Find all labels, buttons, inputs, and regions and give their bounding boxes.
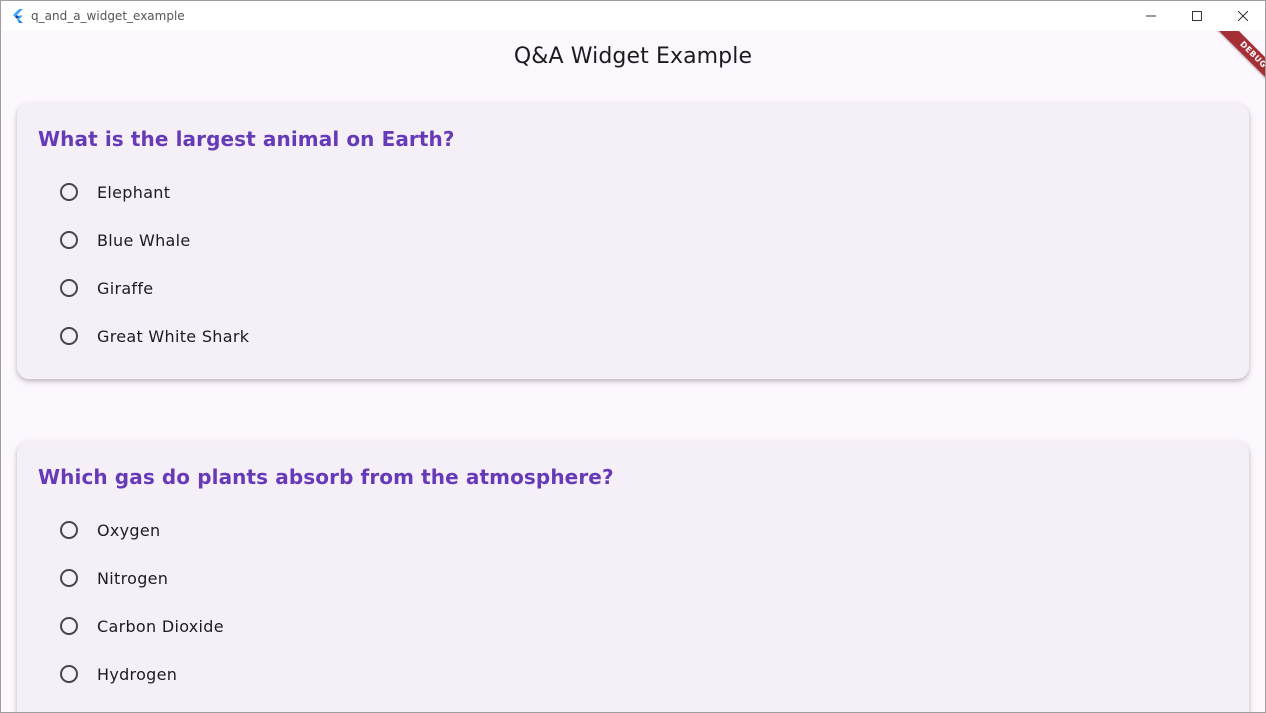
answer-option[interactable]: Carbon Dioxide: [53, 606, 453, 646]
answer-option[interactable]: Hydrogen: [53, 654, 453, 694]
radio-button[interactable]: [60, 231, 78, 249]
answer-label: Hydrogen: [97, 664, 178, 684]
radio-button[interactable]: [60, 521, 78, 539]
answer-option[interactable]: Elephant: [53, 172, 453, 212]
minimize-icon: [1146, 15, 1156, 17]
debug-banner-label: DEBUG: [1216, 31, 1265, 92]
answer-label: Blue Whale: [97, 230, 191, 250]
radio-button[interactable]: [60, 183, 78, 201]
answer-option[interactable]: Blue Whale: [53, 220, 453, 260]
radio-button[interactable]: [60, 665, 78, 683]
minimize-button[interactable]: [1128, 1, 1174, 31]
answer-option[interactable]: Giraffe: [53, 268, 453, 308]
title-bar: q_and_a_widget_example: [1, 1, 1265, 31]
maximize-icon: [1192, 11, 1202, 21]
question-card: Which gas do plants absorb from the atmo…: [17, 441, 1249, 712]
question-card: What is the largest animal on Earth? Ele…: [17, 103, 1249, 379]
question-text: What is the largest animal on Earth?: [38, 127, 455, 151]
answer-label: Nitrogen: [97, 568, 169, 588]
answer-label: Oxygen: [97, 520, 161, 540]
question-text: Which gas do plants absorb from the atmo…: [38, 465, 614, 489]
app-content: Q&A Widget Example DEBUG What is the lar…: [1, 31, 1265, 712]
debug-banner: DEBUG: [1198, 31, 1265, 101]
answer-label: Great White Shark: [97, 326, 250, 346]
maximize-button[interactable]: [1174, 1, 1220, 31]
radio-button[interactable]: [60, 617, 78, 635]
answer-label: Elephant: [97, 182, 171, 202]
radio-button[interactable]: [60, 279, 78, 297]
answer-option[interactable]: Oxygen: [53, 510, 453, 550]
close-button[interactable]: [1220, 1, 1265, 31]
radio-button[interactable]: [60, 569, 78, 587]
answer-option[interactable]: Nitrogen: [53, 558, 453, 598]
flutter-logo-icon: [10, 8, 26, 24]
close-icon: [1238, 11, 1248, 21]
answer-label: Giraffe: [97, 278, 154, 298]
radio-button[interactable]: [60, 327, 78, 345]
answer-label: Carbon Dioxide: [97, 616, 224, 636]
app-window: q_and_a_widget_example Q&A Widget Exampl…: [0, 0, 1266, 713]
page-title: Q&A Widget Example: [513, 44, 753, 69]
window-title: q_and_a_widget_example: [31, 9, 185, 23]
answer-option[interactable]: Great White Shark: [53, 316, 453, 356]
